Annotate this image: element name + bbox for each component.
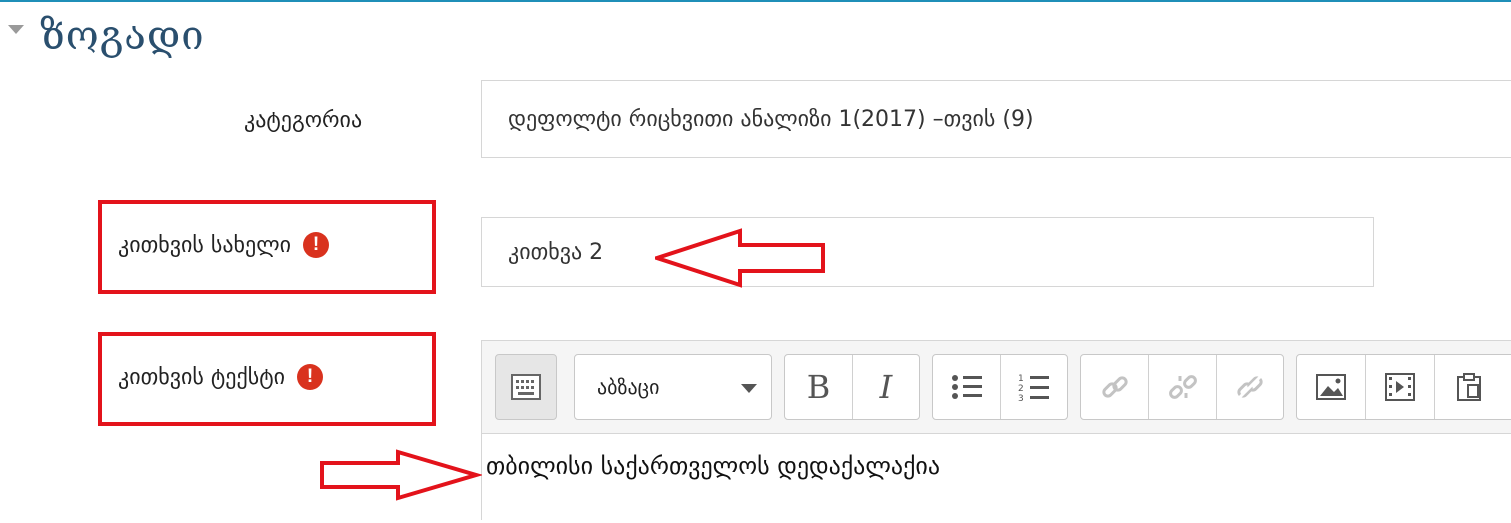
category-label: კატეგორია	[244, 108, 363, 133]
question-text-editor[interactable]: აბზაცი B I 123 თბილისი საქართველოს დედაქ…	[481, 340, 1511, 523]
editor-content-area[interactable]: თბილისი საქართველოს დედაქალაქია	[482, 433, 1511, 523]
text-style-group: B I	[784, 354, 920, 420]
question-text-label: კითხვის ტექსტი	[118, 365, 285, 390]
toolbar-toggle-button[interactable]	[495, 354, 557, 420]
bold-button[interactable]: B	[785, 355, 853, 419]
numbered-list-icon: 123	[1018, 372, 1050, 402]
image-icon	[1316, 374, 1346, 400]
ordered-list-button[interactable]: 123	[1001, 355, 1067, 419]
svg-text:2: 2	[1018, 384, 1024, 394]
list-group: 123	[932, 354, 1068, 420]
question-name-input[interactable]: კითხვა 2	[481, 217, 1374, 287]
italic-button[interactable]: I	[853, 355, 919, 419]
unlink-icon	[1168, 372, 1198, 402]
link-button[interactable]	[1081, 355, 1149, 419]
clipboard-icon	[1456, 372, 1482, 402]
media-group	[1296, 354, 1511, 420]
insert-media-button[interactable]	[1366, 355, 1435, 419]
svg-text:3: 3	[1018, 394, 1024, 402]
editor-toolbar: აბზაცი B I 123	[482, 341, 1511, 433]
manage-files-button[interactable]	[1435, 355, 1502, 419]
italic-icon: I	[879, 368, 893, 406]
link-icon	[1100, 372, 1130, 402]
required-icon: !	[303, 232, 330, 258]
anchor-button[interactable]	[1217, 355, 1283, 419]
required-icon: !	[297, 364, 323, 390]
collapse-triangle-icon[interactable]	[8, 24, 24, 34]
question-name-label: კითხვის სახელი	[118, 233, 292, 258]
section-header[interactable]: ზოგადი	[8, 6, 205, 66]
question-text-label-group: კითხვის ტექსტი!	[118, 364, 323, 390]
link-group	[1080, 354, 1284, 420]
arrow-right-icon	[320, 449, 482, 501]
question-name-value: კითხვა 2	[508, 239, 604, 265]
top-border	[0, 0, 1511, 2]
paragraph-format-value: აბზაცი	[597, 375, 660, 399]
section-title: ზოგადი	[40, 13, 205, 59]
svg-text:1: 1	[1018, 374, 1024, 384]
film-icon	[1385, 373, 1415, 401]
category-select[interactable]: დეფოლტი რიცხვითი ანალიზი 1(2017) –თვის (…	[481, 80, 1511, 158]
insert-image-button[interactable]	[1297, 355, 1366, 419]
category-value: დეფოლტი რიცხვითი ანალიზი 1(2017) –თვის (…	[508, 106, 1034, 132]
unlink-button[interactable]	[1149, 355, 1217, 419]
keyboard-icon	[511, 374, 541, 400]
bold-icon: B	[806, 368, 831, 406]
bullet-list-icon	[951, 373, 983, 401]
arrow-left-icon	[655, 228, 825, 288]
chevron-down-icon	[741, 384, 757, 393]
editor-content-text: თბილისი საქართველოს დედაქალაქია	[486, 452, 941, 480]
unordered-list-button[interactable]	[933, 355, 1001, 419]
broken-link-icon	[1235, 372, 1265, 402]
question-name-label-group: კითხვის სახელი!	[118, 232, 330, 258]
paragraph-format-select[interactable]: აბზაცი	[574, 354, 772, 420]
